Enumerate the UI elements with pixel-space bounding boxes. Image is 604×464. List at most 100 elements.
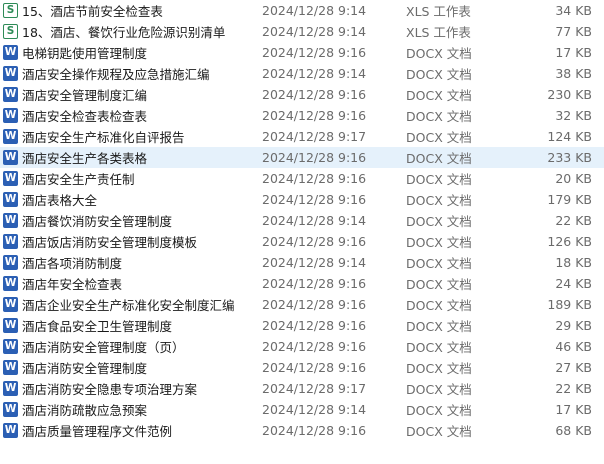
file-name[interactable]: 酒店安全生产责任制	[22, 169, 260, 188]
file-name[interactable]: 酒店安全管理制度汇编	[22, 85, 260, 104]
file-name[interactable]: 酒店食品安全卫生管理制度	[22, 316, 260, 335]
file-modified-date: 2024/12/28 9:16	[262, 297, 367, 312]
file-row[interactable]: W 酒店饭店消防安全管理制度模板 2024/12/28 9:16 DOCX 文档 126…	[0, 231, 604, 252]
file-modified-date: 2024/12/28 9:16	[262, 423, 367, 438]
file-size: 29 KB	[555, 318, 592, 333]
file-row[interactable]: W 酒店安全生产责任制 2024/12/28 9:16 DOCX 文档 20 KB	[0, 168, 604, 189]
file-name[interactable]: 酒店质量管理程序文件范例	[22, 421, 260, 440]
file-type: DOCX 文档	[406, 256, 472, 271]
file-size: 17 KB	[555, 45, 592, 60]
file-modified-date: 2024/12/28 9:17	[262, 381, 367, 396]
file-modified-date: 2024/12/28 9:16	[262, 171, 367, 186]
word-icon: W	[3, 128, 18, 144]
file-size: 179 KB	[547, 192, 592, 207]
file-row[interactable]: W 酒店安全管理制度汇编 2024/12/28 9:16 DOCX 文档 230 KB	[0, 84, 604, 105]
file-modified-date: 2024/12/28 9:14	[262, 3, 367, 18]
file-type: DOCX 文档	[406, 109, 472, 124]
file-type: DOCX 文档	[406, 382, 472, 397]
file-row[interactable]: S 15、酒店节前安全检查表 2024/12/28 9:14 XLS 工作表 34 KB	[0, 0, 604, 21]
file-name[interactable]: 酒店消防安全管理制度	[22, 358, 260, 377]
file-name[interactable]: 酒店表格大全	[22, 190, 260, 209]
file-type: DOCX 文档	[406, 319, 472, 334]
file-type: DOCX 文档	[406, 67, 472, 82]
file-type: DOCX 文档	[406, 403, 472, 418]
file-size: 38 KB	[555, 66, 592, 81]
file-row[interactable]: W 酒店消防安全管理制度 2024/12/28 9:16 DOCX 文档 27 KB	[0, 357, 604, 378]
file-row[interactable]: W 酒店消防安全管理制度（页） 2024/12/28 9:16 DOCX 文档 46 K…	[0, 336, 604, 357]
file-modified-date: 2024/12/28 9:16	[262, 108, 367, 123]
file-size: 22 KB	[555, 213, 592, 228]
word-icon: W	[3, 359, 18, 375]
file-modified-date: 2024/12/28 9:16	[262, 192, 367, 207]
file-name[interactable]: 15、酒店节前安全检查表	[22, 1, 260, 20]
file-name[interactable]: 酒店安全生产各类表格	[22, 148, 260, 167]
file-row[interactable]: W 酒店安全检查表检查表 2024/12/28 9:16 DOCX 文档 32 KB	[0, 105, 604, 126]
file-name[interactable]: 酒店企业安全生产标准化安全制度汇编	[22, 295, 260, 314]
file-row[interactable]: W 酒店安全生产各类表格 2024/12/28 9:16 DOCX 文档 233 KB	[0, 147, 604, 168]
file-type: XLS 工作表	[406, 25, 471, 40]
file-name[interactable]: 酒店消防安全隐患专项治理方案	[22, 379, 260, 398]
file-name[interactable]: 酒店消防安全管理制度（页）	[22, 337, 260, 356]
file-size: 77 KB	[555, 24, 592, 39]
excel-icon: S	[3, 2, 18, 18]
file-size: 189 KB	[547, 297, 592, 312]
file-size: 18 KB	[555, 255, 592, 270]
file-size: 27 KB	[555, 360, 592, 375]
file-size: 32 KB	[555, 108, 592, 123]
file-modified-date: 2024/12/28 9:16	[262, 87, 367, 102]
file-size: 46 KB	[555, 339, 592, 354]
file-row[interactable]: W 酒店餐饮消防安全管理制度 2024/12/28 9:14 DOCX 文档 22 KB	[0, 210, 604, 231]
word-icon: W	[3, 380, 18, 396]
file-row[interactable]: W 酒店安全操作规程及应急措施汇编 2024/12/28 9:14 DOCX 文档 38…	[0, 63, 604, 84]
file-size: 34 KB	[555, 3, 592, 18]
file-row[interactable]: W 酒店消防疏散应急预案 2024/12/28 9:14 DOCX 文档 17 KB	[0, 399, 604, 420]
file-name[interactable]: 酒店安全操作规程及应急措施汇编	[22, 64, 260, 83]
file-modified-date: 2024/12/28 9:16	[262, 45, 367, 60]
file-modified-date: 2024/12/28 9:14	[262, 24, 367, 39]
file-name[interactable]: 电梯钥匙使用管理制度	[22, 43, 260, 62]
word-icon: W	[3, 212, 18, 228]
file-size: 233 KB	[547, 150, 592, 165]
file-size: 24 KB	[555, 276, 592, 291]
file-modified-date: 2024/12/28 9:16	[262, 276, 367, 291]
file-row[interactable]: W 电梯钥匙使用管理制度 2024/12/28 9:16 DOCX 文档 17 KB	[0, 42, 604, 63]
file-type: DOCX 文档	[406, 130, 472, 145]
file-modified-date: 2024/12/28 9:16	[262, 339, 367, 354]
file-name[interactable]: 酒店安全生产标准化自评报告	[22, 127, 260, 146]
word-icon: W	[3, 254, 18, 270]
file-size: 124 KB	[547, 129, 592, 144]
file-type: DOCX 文档	[406, 361, 472, 376]
file-row[interactable]: W 酒店消防安全隐患专项治理方案 2024/12/28 9:17 DOCX 文档 22 …	[0, 378, 604, 399]
file-modified-date: 2024/12/28 9:14	[262, 255, 367, 270]
file-name[interactable]: 酒店各项消防制度	[22, 253, 260, 272]
file-name[interactable]: 酒店年安全检查表	[22, 274, 260, 293]
file-modified-date: 2024/12/28 9:14	[262, 213, 367, 228]
file-list: S 15、酒店节前安全检查表 2024/12/28 9:14 XLS 工作表 34 KB…	[0, 0, 604, 464]
file-modified-date: 2024/12/28 9:16	[262, 234, 367, 249]
file-row[interactable]: W 酒店各项消防制度 2024/12/28 9:14 DOCX 文档 18 KB	[0, 252, 604, 273]
file-row[interactable]: W 酒店食品安全卫生管理制度 2024/12/28 9:16 DOCX 文档 29 KB	[0, 315, 604, 336]
file-type: DOCX 文档	[406, 193, 472, 208]
file-row[interactable]: S 18、酒店、餐饮行业危险源识别清单 2024/12/28 9:14 XLS 工作表…	[0, 21, 604, 42]
word-icon: W	[3, 65, 18, 81]
file-name[interactable]: 酒店安全检查表检查表	[22, 106, 260, 125]
file-name[interactable]: 酒店餐饮消防安全管理制度	[22, 211, 260, 230]
word-icon: W	[3, 401, 18, 417]
file-modified-date: 2024/12/28 9:17	[262, 129, 367, 144]
file-name[interactable]: 酒店消防疏散应急预案	[22, 400, 260, 419]
file-size: 230 KB	[547, 87, 592, 102]
file-row[interactable]: W 酒店年安全检查表 2024/12/28 9:16 DOCX 文档 24 KB	[0, 273, 604, 294]
file-modified-date: 2024/12/28 9:16	[262, 150, 367, 165]
word-icon: W	[3, 317, 18, 333]
file-row[interactable]: W 酒店质量管理程序文件范例 2024/12/28 9:16 DOCX 文档 68 KB	[0, 420, 604, 441]
file-row[interactable]: W 酒店安全生产标准化自评报告 2024/12/28 9:17 DOCX 文档 124 …	[0, 126, 604, 147]
file-modified-date: 2024/12/28 9:16	[262, 360, 367, 375]
file-name[interactable]: 酒店饭店消防安全管理制度模板	[22, 232, 260, 251]
word-icon: W	[3, 149, 18, 165]
file-name[interactable]: 18、酒店、餐饮行业危险源识别清单	[22, 22, 260, 41]
word-icon: W	[3, 275, 18, 291]
file-type: DOCX 文档	[406, 340, 472, 355]
file-row[interactable]: W 酒店表格大全 2024/12/28 9:16 DOCX 文档 179 KB	[0, 189, 604, 210]
file-type: DOCX 文档	[406, 151, 472, 166]
file-row[interactable]: W 酒店企业安全生产标准化安全制度汇编 2024/12/28 9:16 DOCX 文档…	[0, 294, 604, 315]
